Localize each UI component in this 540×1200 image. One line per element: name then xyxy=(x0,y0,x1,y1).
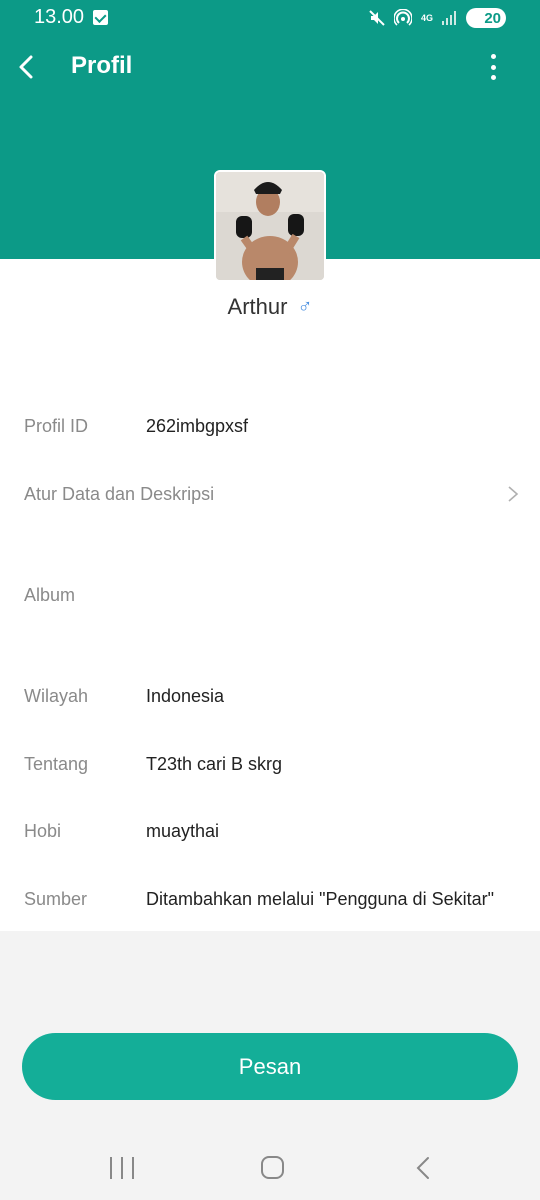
status-bar: 13.00 4G 20 xyxy=(0,0,540,36)
sumber-value: Ditambahkan melalui "Pengguna di Sekitar… xyxy=(146,889,494,909)
more-options-button[interactable] xyxy=(483,50,503,84)
signal-icon xyxy=(442,11,458,25)
recent-bar-icon xyxy=(132,1157,134,1179)
profile-id-label: Profil ID xyxy=(24,416,89,436)
menu-dot-icon xyxy=(490,64,496,70)
recent-apps-button[interactable] xyxy=(110,1157,134,1179)
back-arrow-icon xyxy=(19,55,33,79)
battery-indicator: 20 xyxy=(466,8,506,28)
message-button[interactable]: Pesan xyxy=(22,1033,518,1100)
system-nav-bar xyxy=(0,1135,540,1200)
profile-name: Arthur xyxy=(227,294,288,319)
menu-dot-icon xyxy=(490,54,496,59)
hobi-label: Hobi xyxy=(24,821,62,841)
mute-icon xyxy=(368,9,386,27)
album-label: Album xyxy=(24,585,76,605)
hotspot-icon xyxy=(394,9,412,27)
profile-id-value: 262imbgpxsf xyxy=(146,416,249,436)
recent-bar-icon xyxy=(110,1157,112,1179)
chevron-right-icon xyxy=(508,486,519,502)
wilayah-value: Indonesia xyxy=(146,686,225,706)
back-button[interactable] xyxy=(12,50,42,84)
menu-dot-icon xyxy=(490,75,496,80)
notification-check-icon xyxy=(93,10,108,25)
page-title: Profil xyxy=(71,52,133,79)
avatar-photo xyxy=(216,172,324,280)
network-type: 4G xyxy=(420,12,433,23)
profile-details xyxy=(0,259,540,931)
profile-avatar[interactable] xyxy=(214,170,326,282)
atur-data-label: Atur Data dan Deskripsi xyxy=(24,484,215,504)
tentang-label: Tentang xyxy=(24,754,89,774)
home-button[interactable] xyxy=(261,1156,284,1179)
status-time: 13.00 xyxy=(34,6,85,28)
wilayah-label: Wilayah xyxy=(24,686,89,706)
tentang-value: T23th cari B skrg xyxy=(146,754,283,774)
hobi-value: muaythai xyxy=(146,821,220,841)
sumber-label: Sumber xyxy=(24,889,88,909)
recent-bar-icon xyxy=(121,1157,123,1179)
male-gender-icon: ♂ xyxy=(297,296,313,318)
system-back-button[interactable] xyxy=(414,1155,432,1181)
profile-name-row: Arthur ♂ xyxy=(0,294,540,320)
